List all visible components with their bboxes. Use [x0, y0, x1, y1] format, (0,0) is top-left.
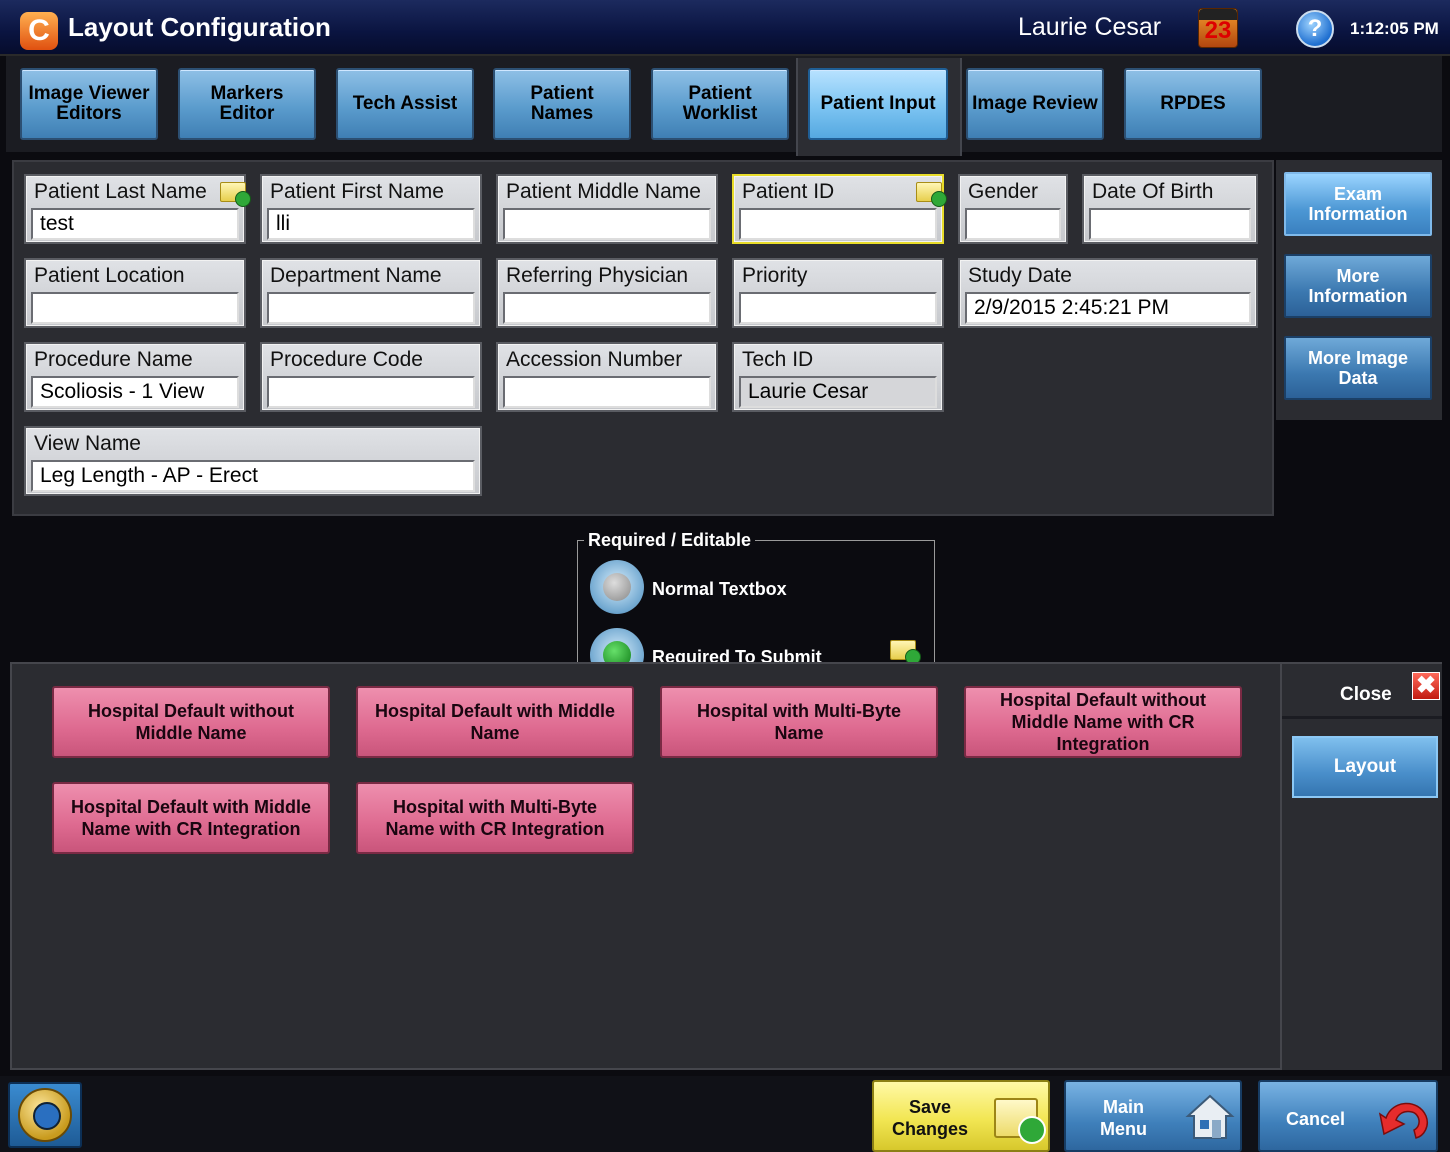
home-icon[interactable] [8, 1082, 82, 1148]
folder-check-icon [916, 182, 947, 207]
tab-patient-names[interactable]: Patient Names [493, 68, 631, 140]
more-image-data-button[interactable]: More Image Data [1284, 336, 1432, 400]
priority-input[interactable] [739, 292, 937, 324]
user-name: Laurie Cesar [1018, 13, 1162, 41]
patient-first-name-input[interactable]: lli [267, 208, 475, 240]
field-label: Patient Last Name [34, 180, 207, 203]
folder-check-icon [890, 640, 921, 665]
clock: 1:12:05 PM [1350, 19, 1439, 38]
app-logo-icon: C [20, 12, 58, 50]
field-view-name: View Name Leg Length - AP - Erect [24, 426, 482, 496]
folder-check-icon [994, 1098, 1046, 1144]
field-patient-id: Patient ID [732, 174, 947, 244]
field-label: Patient Middle Name [506, 180, 701, 203]
divider [1282, 716, 1442, 719]
patient-middle-name-input[interactable] [503, 208, 711, 240]
field-patient-middle-name: Patient Middle Name [496, 174, 718, 244]
layout-hospital-default-with-middle-name[interactable]: Hospital Default with Middle Name [356, 686, 634, 758]
referring-physician-input[interactable] [503, 292, 711, 324]
field-label: Gender [968, 180, 1039, 203]
help-icon[interactable]: ? [1296, 10, 1334, 48]
cancel-label: Cancel [1286, 1109, 1346, 1129]
procedure-code-input[interactable] [267, 376, 475, 408]
exam-information-button[interactable]: Exam Information [1284, 172, 1432, 236]
tab-markers-editor[interactable]: Markers Editor [178, 68, 316, 140]
field-patient-first-name: Patient First Name lli [260, 174, 482, 244]
field-label: Study Date [968, 264, 1072, 287]
department-name-input[interactable] [267, 292, 475, 324]
window-title: Layout Configuration [68, 12, 331, 42]
tab-rpdes[interactable]: RPDES [1124, 68, 1262, 140]
accession-number-input[interactable] [503, 376, 711, 408]
field-label: Patient First Name [270, 180, 444, 203]
field-date-of-birth: Date Of Birth [1082, 174, 1258, 244]
field-label: Patient Location [34, 264, 185, 287]
tab-patient-input[interactable]: Patient Input [808, 68, 948, 140]
calendar-day: 23 [1204, 17, 1232, 44]
field-patient-location: Patient Location [24, 258, 246, 328]
tab-image-review[interactable]: Image Review [966, 68, 1104, 140]
field-procedure-code: Procedure Code [260, 342, 482, 412]
field-label: Date Of Birth [1092, 180, 1214, 203]
field-referring-physician: Referring Physician [496, 258, 718, 328]
patient-location-input[interactable] [31, 292, 239, 324]
field-label: View Name [34, 432, 141, 455]
layout-hospital-default-without-middle-name[interactable]: Hospital Default without Middle Name [52, 686, 330, 758]
layout-hospital-default-with-middle-name-cr[interactable]: Hospital Default with Middle Name with C… [52, 782, 330, 854]
patient-id-input[interactable] [739, 208, 937, 240]
procedure-name-input[interactable]: Scoliosis - 1 View [31, 376, 239, 408]
field-label: Procedure Code [270, 348, 423, 371]
layout-button[interactable]: Layout [1292, 736, 1438, 798]
patient-last-name-input[interactable]: test [31, 208, 239, 240]
legend-title: Required / Editable [584, 530, 756, 551]
cancel-button[interactable]: Cancel [1258, 1080, 1438, 1152]
calendar-icon[interactable]: 23 [1198, 8, 1238, 48]
tab-tech-assist[interactable]: Tech Assist [336, 68, 474, 140]
radio-normal-textbox [590, 560, 644, 614]
tech-id-input: Laurie Cesar [739, 376, 937, 408]
field-label: Patient ID [742, 180, 835, 203]
field-label: Department Name [270, 264, 442, 287]
tab-patient-worklist[interactable]: Patient Worklist [651, 68, 789, 140]
main-menu-label: Main Menu [1100, 1096, 1147, 1140]
close-label[interactable]: Close [1340, 684, 1392, 706]
field-label: Accession Number [506, 348, 683, 371]
save-line-1: Save [908, 1097, 952, 1117]
folder-check-icon [220, 182, 251, 207]
main-menu-button[interactable]: Main Menu [1064, 1080, 1242, 1152]
save-changes-label: Save Changes [892, 1096, 968, 1140]
field-label: Tech ID [742, 348, 814, 371]
field-label: Procedure Name [34, 348, 193, 371]
tab-image-viewer-editors[interactable]: Image Viewer Editors [20, 68, 158, 140]
layout-hospital-multi-byte-name-cr[interactable]: Hospital with Multi-Byte Name with CR In… [356, 782, 634, 854]
undo-icon [1378, 1102, 1428, 1139]
field-priority: Priority [732, 258, 944, 328]
field-patient-last-name: Patient Last Name test [24, 174, 251, 244]
legend-normal-label: Normal Textbox [652, 579, 787, 599]
save-changes-button[interactable]: Save Changes [872, 1080, 1050, 1152]
save-line-2: Changes [892, 1119, 969, 1139]
field-tech-id: Tech ID Laurie Cesar [732, 342, 944, 412]
field-study-date: Study Date 2/9/2015 2:45:21 PM [958, 258, 1258, 328]
study-date-input[interactable]: 2/9/2015 2:45:21 PM [965, 292, 1251, 324]
close-icon[interactable]: ✖ [1412, 672, 1440, 700]
field-accession-number: Accession Number [496, 342, 718, 412]
layout-hospital-default-without-middle-name-cr[interactable]: Hospital Default without Middle Name wit… [964, 686, 1242, 758]
field-gender: Gender [958, 174, 1068, 244]
layout-hospital-multi-byte-name[interactable]: Hospital with Multi-Byte Name [660, 686, 938, 758]
field-procedure-name: Procedure Name Scoliosis - 1 View [24, 342, 246, 412]
field-label: Referring Physician [506, 264, 689, 287]
field-label: Priority [742, 264, 808, 287]
gender-input[interactable] [965, 208, 1061, 240]
view-name-input[interactable]: Leg Length - AP - Erect [31, 460, 475, 492]
house-icon [1185, 1094, 1235, 1139]
layout-side-strip [1282, 662, 1442, 1070]
date-of-birth-input[interactable] [1089, 208, 1251, 240]
field-department-name: Department Name [260, 258, 482, 328]
more-information-button[interactable]: More Information [1284, 254, 1432, 318]
main-line-1: Main [1102, 1097, 1144, 1117]
main-line-2: Menu [1100, 1119, 1147, 1139]
